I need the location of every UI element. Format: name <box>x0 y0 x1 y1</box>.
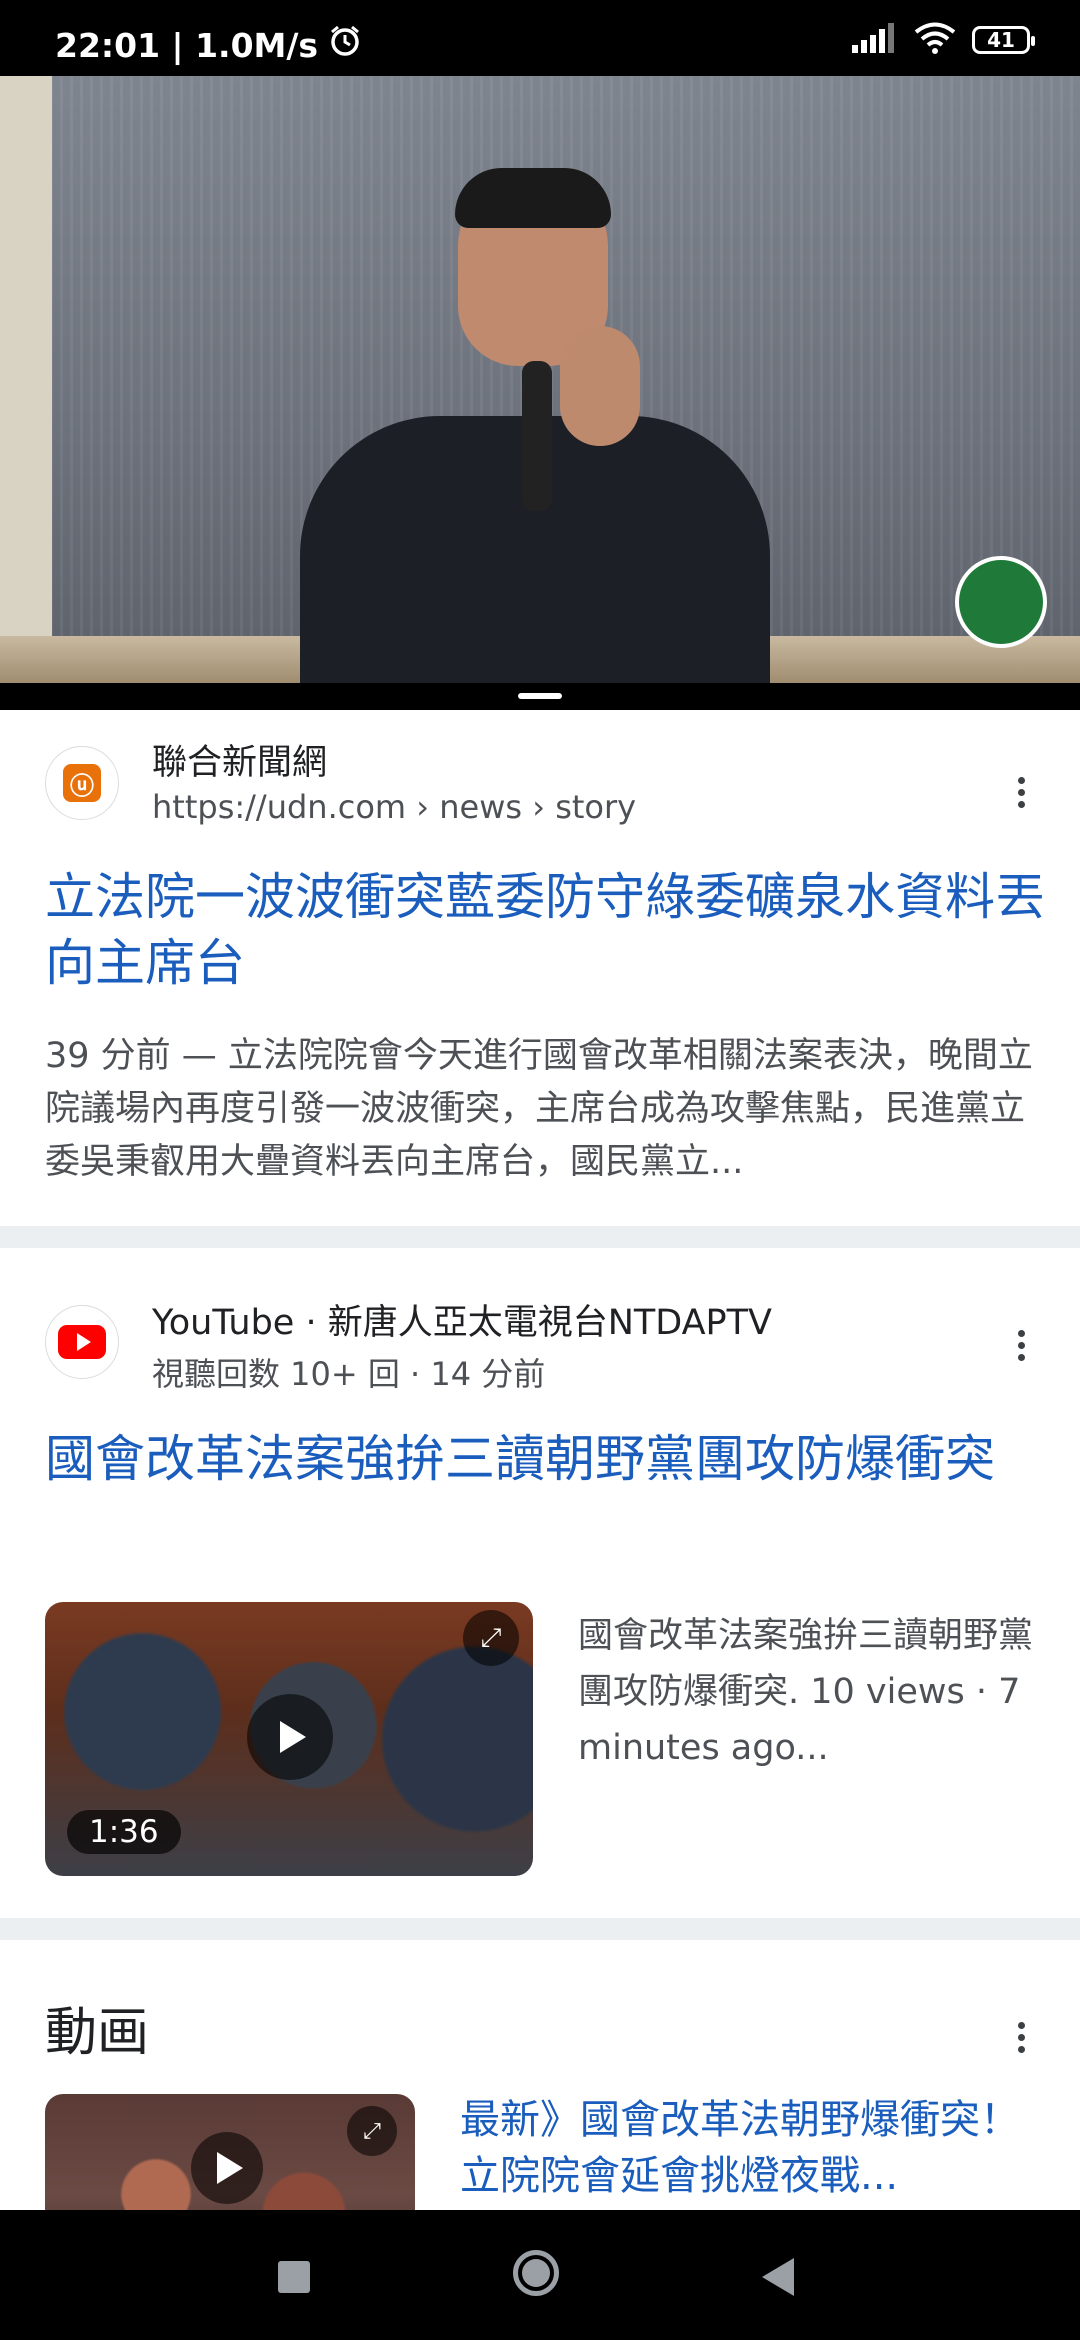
video-microphone <box>522 361 552 511</box>
search-result-udn[interactable]: ⓤ 聯合新聞網 https://udn.com › news › story 立… <box>0 710 1080 1230</box>
video-title-link[interactable]: 最新》國會改革法朝野爆衝突！ 立院院會延會挑燈夜戰... <box>460 2092 1045 2204</box>
search-result-youtube[interactable]: YouTube · 新唐人亞太電視台NTDAPTV 視聽回数 10+ 回 · 1… <box>0 1248 1080 1920</box>
video-scene-wall <box>0 76 52 683</box>
status-right: 41 <box>852 22 1035 58</box>
video-player[interactable] <box>0 76 1080 710</box>
udn-favicon: ⓤ <box>45 746 119 820</box>
status-left: 22:01 | 1.0M/s <box>55 24 362 66</box>
navigation-bar <box>0 2210 1080 2340</box>
result-snippet: 39 分前 — 立法院院會今天進行國會改革相關法案表決，晚間立院議場內再度引發一… <box>45 1030 1045 1189</box>
play-icon[interactable] <box>191 2132 263 2204</box>
video-frame[interactable] <box>0 76 1080 683</box>
result-site-name: 聯合新聞網 <box>152 743 328 783</box>
result-title-link[interactable]: 立法院一波波衝突藍委防守綠委礦泉水資料丟向主席台 <box>45 864 1045 996</box>
section-divider <box>0 1226 1080 1248</box>
video-thumbnail[interactable]: ⤢ <box>45 2094 415 2210</box>
recents-icon[interactable] <box>278 2261 310 2293</box>
signal-icon <box>852 23 898 57</box>
result-title-link[interactable]: 國會改革法案強拚三讀朝野黨團攻防爆衝突 <box>45 1426 1045 1492</box>
result-url[interactable]: https://udn.com › news › story <box>152 788 636 826</box>
battery-icon: 41 <box>972 26 1035 54</box>
udn-logo-icon: ⓤ <box>63 764 101 802</box>
section-divider <box>0 1918 1080 1940</box>
more-options-icon[interactable] <box>1006 2012 1036 2062</box>
video-person-hair <box>455 168 611 228</box>
more-options-icon[interactable] <box>1006 767 1036 817</box>
result-snippet-text: 39 分前 — 立法院院會今天進行國會改革相關法案表決，晚間立院議場內再度引發一… <box>45 1036 1033 1182</box>
video-description: 國會改革法案強拚三讀朝野黨團攻防爆衝突. 10 views · 7 minute… <box>578 1608 1038 1776</box>
play-icon[interactable] <box>247 1694 333 1780</box>
player-drag-handle[interactable] <box>518 693 562 699</box>
result-meta: 視聽回数 10+ 回 · 14 分前 <box>152 1355 546 1393</box>
home-icon[interactable] <box>513 2250 559 2296</box>
videos-section: 動画 ⤢ 最新》國會改革法朝野爆衝突！ 立院院會延會挑燈夜戰... <box>0 1940 1080 2210</box>
party-emblem-icon <box>955 556 1047 648</box>
wifi-icon <box>914 22 956 58</box>
youtube-logo-icon <box>58 1325 106 1359</box>
video-duration: 1:36 <box>67 1810 181 1854</box>
more-options-icon[interactable] <box>1006 1320 1036 1370</box>
videos-section-title: 動画 <box>45 2003 150 2063</box>
expand-icon[interactable]: ⤢ <box>347 2106 397 2156</box>
back-icon[interactable] <box>762 2258 794 2296</box>
video-description-text: 國會改革法案強拚三讀朝野黨團攻防爆衝突. 10 views · 7 minute… <box>578 1616 1034 1768</box>
video-person-hand <box>560 326 640 446</box>
status-bar: 22:01 | 1.0M/s 41 <box>0 0 1080 76</box>
battery-level: 41 <box>987 28 1015 52</box>
status-time-speed: 22:01 | 1.0M/s <box>55 25 319 65</box>
youtube-favicon <box>45 1305 119 1379</box>
alarm-clock-icon <box>328 24 362 66</box>
video-thumbnail[interactable]: ⤢ 1:36 <box>45 1602 533 1876</box>
result-site-name: YouTube · 新唐人亞太電視台NTDAPTV <box>152 1303 772 1343</box>
expand-icon[interactable]: ⤢ <box>463 1610 519 1666</box>
